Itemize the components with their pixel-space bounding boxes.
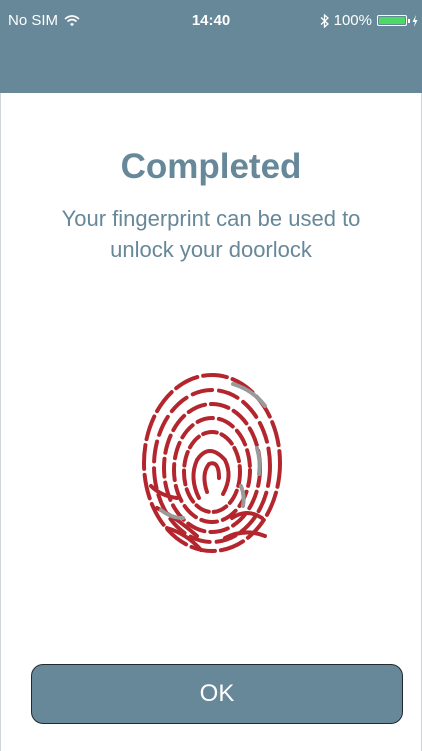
header-bar: No SIM 14:40 100% [0,0,422,93]
battery-percent: 100% [333,12,372,29]
page-title: Completed [120,147,302,186]
ok-button[interactable]: OK [31,664,403,724]
status-bar: No SIM 14:40 100% [0,0,422,44]
subtitle-line-2: unlock your doorlock [110,237,312,262]
status-right: 100% [320,12,418,29]
charging-icon [412,14,418,27]
page-subtitle: Your fingerprint can be used to unlock y… [20,203,402,265]
bluetooth-icon [320,13,329,28]
battery-icon [377,15,410,26]
subtitle-line-1: Your fingerprint can be used to [61,206,361,231]
fingerprint-icon [142,373,282,553]
